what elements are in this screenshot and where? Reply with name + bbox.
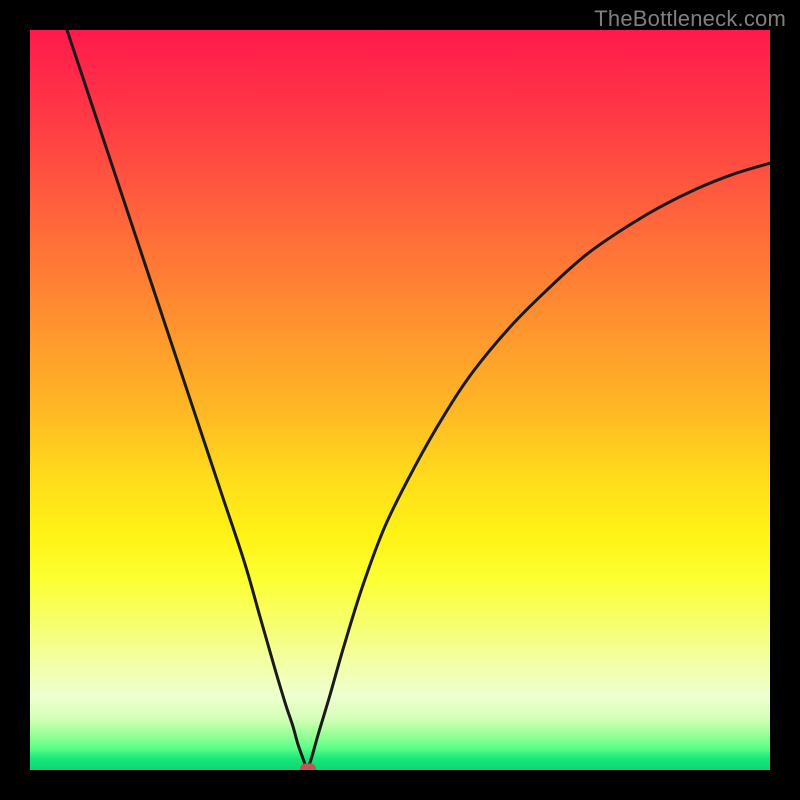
curve-right-branch bbox=[308, 163, 771, 768]
chart-frame bbox=[30, 30, 770, 770]
chart-curve-svg bbox=[30, 30, 770, 770]
curve-left-branch bbox=[67, 30, 308, 769]
watermark-text: TheBottleneck.com bbox=[594, 6, 786, 32]
minimum-marker bbox=[300, 763, 316, 770]
